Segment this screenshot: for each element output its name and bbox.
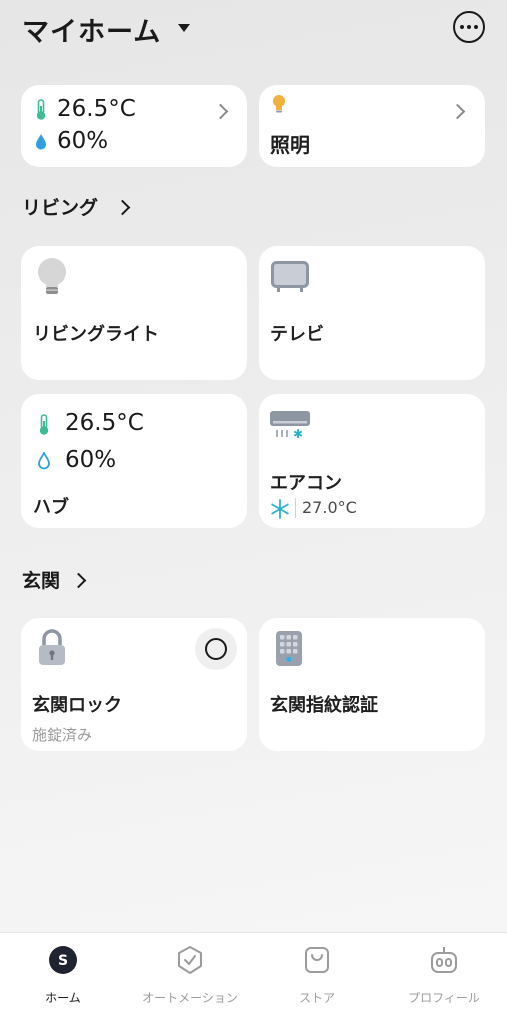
air-conditioner-icon: ✱ [270, 411, 310, 440]
lock-icon [39, 629, 65, 665]
device-label: リビングライト [33, 324, 159, 345]
light-bulb-icon [38, 258, 66, 294]
dot-icon [467, 25, 471, 29]
dot-icon [460, 25, 464, 29]
summary-humidity: 60% [57, 128, 109, 154]
chevron-right-icon [449, 103, 466, 120]
water-drop-icon [38, 452, 50, 470]
device-card-door-lock[interactable]: 玄関ロック 施錠済み [21, 618, 247, 751]
dot-icon [474, 25, 478, 29]
header: マイホーム [0, 0, 507, 60]
hub-temperature: 26.5°C [65, 410, 144, 436]
shield-check-icon [178, 946, 202, 974]
device-card-fingerprint[interactable]: 玄関指紋認証 [259, 618, 485, 751]
snowflake-icon [271, 499, 289, 519]
chevron-right-icon[interactable] [114, 199, 131, 216]
chevron-right-icon[interactable] [70, 572, 87, 589]
tab-label: オートメーション [142, 991, 238, 1005]
tab-store[interactable]: ストア [254, 941, 380, 1011]
more-options-button[interactable] [453, 11, 485, 43]
circle-icon [205, 638, 227, 660]
tv-icon [271, 261, 309, 292]
device-label: 玄関指紋認証 [270, 695, 378, 716]
robot-icon [431, 947, 457, 973]
divider [295, 498, 296, 518]
tab-automation[interactable]: オートメーション [127, 941, 253, 1011]
chevron-right-icon [212, 103, 229, 120]
tab-label: プロフィール [408, 991, 480, 1005]
caret-down-icon[interactable] [178, 24, 190, 32]
lock-toggle-button[interactable] [195, 628, 237, 670]
shopping-bag-icon [305, 947, 329, 973]
device-label: 玄関ロック [32, 695, 122, 716]
device-label: エアコン [270, 473, 342, 494]
bottom-tab-bar: S ホーム オートメーション ストア プロフィール [0, 932, 507, 1025]
section-title-living[interactable]: リビング [22, 193, 98, 220]
device-card-hub[interactable]: 26.5°C 60% ハブ [21, 394, 247, 528]
tab-profile[interactable]: プロフィール [381, 941, 507, 1011]
svg-text:S: S [58, 953, 68, 969]
device-card-living-light[interactable]: リビングライト [21, 246, 247, 380]
climate-summary-card[interactable]: 26.5°C 60% [21, 85, 247, 167]
device-card-tv[interactable]: テレビ [259, 246, 485, 380]
thermometer-icon [39, 414, 49, 435]
lock-status: 施錠済み [32, 726, 93, 744]
hub-humidity: 60% [65, 447, 117, 473]
summary-temperature: 26.5°C [57, 96, 136, 122]
section-title-entrance[interactable]: 玄関 [22, 566, 60, 593]
tab-label: ホーム [45, 991, 81, 1005]
device-label: テレビ [270, 324, 324, 345]
water-drop-icon [36, 134, 46, 150]
device-card-aircon[interactable]: ✱ エアコン 27.0°C [259, 394, 485, 528]
aircon-set-temp: 27.0°C [302, 498, 357, 517]
device-label: ハブ [33, 497, 69, 518]
svg-text:✱: ✱ [293, 427, 303, 440]
lighting-summary-card[interactable]: 照明 [259, 85, 485, 167]
tab-home[interactable]: S ホーム [0, 941, 126, 1011]
tab-label: ストア [298, 991, 335, 1005]
thermometer-icon [36, 99, 46, 120]
keypad-icon [276, 631, 302, 666]
home-title[interactable]: マイホーム [22, 10, 161, 49]
home-logo-icon: S [49, 946, 77, 974]
light-bulb-icon [273, 95, 285, 113]
lighting-label: 照明 [270, 133, 310, 157]
